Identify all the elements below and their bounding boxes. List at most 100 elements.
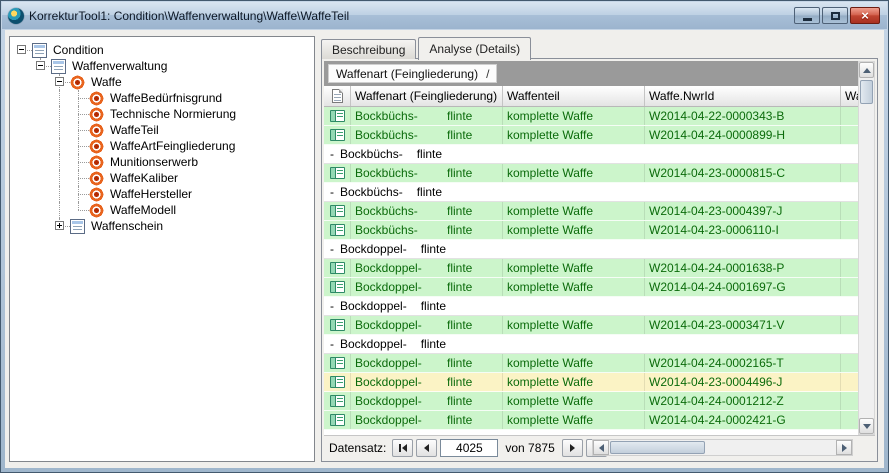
cell-waffenteil: komplette Waffe — [503, 392, 645, 410]
record-icon — [330, 319, 345, 331]
tree-item-waffeartfeingliederung[interactable]: WaffeArtFeingliederung — [12, 138, 312, 154]
grid-row[interactable]: Bockdoppel-flintekomplette WaffeW2014-04… — [324, 392, 858, 411]
record-count-label: von 7875 — [505, 441, 554, 455]
group-by-panel: Waffenart (Feingliederung) / — [324, 61, 858, 86]
row-indicator-cell — [324, 221, 351, 239]
scroll-up-button[interactable] — [859, 62, 874, 78]
group-collapse-icon[interactable]: - — [330, 242, 340, 256]
grid-row[interactable]: Bockdoppel-flintekomplette WaffeW2014-04… — [324, 411, 858, 430]
grid-row[interactable]: Bockbüchs-flintekomplette WaffeW2014-04-… — [324, 202, 858, 221]
maximize-icon — [831, 12, 840, 20]
group-collapse-icon[interactable]: - — [330, 299, 340, 313]
scroll-right-button[interactable] — [836, 440, 852, 455]
form-icon — [32, 43, 47, 58]
group-by-chip[interactable]: Waffenart (Feingliederung) / — [328, 64, 497, 83]
column-header-waffen[interactable]: Waffen — [841, 86, 858, 106]
vertical-scrollbar[interactable] — [858, 61, 875, 435]
tree-item-label: WaffeModell — [108, 203, 178, 217]
cell-waffenart-text: Bockdoppel- — [355, 280, 422, 294]
tab-beschreibung[interactable]: Beschreibung — [321, 39, 416, 59]
horizontal-scrollbar-thumb[interactable] — [610, 441, 705, 454]
collapse-icon[interactable] — [17, 45, 26, 54]
row-indicator-cell — [324, 202, 351, 220]
cell-waffenart: Bockbüchs-flinte — [351, 126, 503, 144]
cell-waffenart-text: Bockbüchs- — [355, 128, 418, 142]
target-icon — [89, 187, 104, 202]
grid-row[interactable]: Bockbüchs-flintekomplette WaffeW2014-04-… — [324, 164, 858, 183]
grid-row[interactable]: Bockbüchs-flintekomplette WaffeW2014-04-… — [324, 107, 858, 126]
grid-row[interactable]: Bockdoppel-flintekomplette WaffeW2014-04… — [324, 354, 858, 373]
close-button[interactable]: × — [850, 7, 880, 24]
cell-extra — [841, 164, 858, 182]
group-by-chip-label: Waffenart (Feingliederung) — [336, 67, 478, 81]
row-indicator-cell — [324, 164, 351, 182]
form-icon — [51, 59, 66, 74]
next-record-button[interactable] — [562, 439, 583, 457]
cell-waffenart-text: Bockdoppel- — [355, 356, 422, 370]
cell-nwrid: W2014-04-24-0002421-G — [645, 411, 841, 429]
tree-item-waffe[interactable]: Waffe — [12, 74, 312, 90]
cell-nwrid: W2014-04-23-0004496-J — [645, 373, 841, 391]
cell-waffenart: Bockbüchs-flinte — [351, 107, 503, 125]
maximize-button[interactable] — [822, 7, 848, 24]
group-collapse-icon[interactable]: - — [330, 147, 340, 161]
tree-item-munitionserwerb[interactable]: Munitionserwerb — [12, 154, 312, 170]
tree-item-waffemodell[interactable]: WaffeModell — [12, 202, 312, 218]
tree-item-label: WaffeKaliber — [108, 171, 180, 185]
record-position-input[interactable] — [440, 439, 498, 457]
collapse-icon[interactable] — [55, 77, 64, 86]
column-header-waffenart-feingliederung[interactable]: Waffenart (Feingliederung) — [351, 86, 503, 106]
row-indicator-cell — [324, 373, 351, 391]
cell-waffenart-text: Bockdoppel- — [355, 394, 422, 408]
group-collapse-icon[interactable]: - — [330, 337, 340, 351]
row-indicator-cell — [324, 126, 351, 144]
titlebar: KorrekturTool1: Condition\Waffenverwaltu… — [2, 2, 887, 29]
tree-item-waffenschein[interactable]: Waffenschein — [12, 218, 312, 234]
tree-item-label: WaffeTeil — [108, 123, 161, 137]
expand-icon[interactable] — [55, 221, 64, 230]
grid-row[interactable]: Bockdoppel-flintekomplette WaffeW2014-04… — [324, 278, 858, 297]
minimize-button[interactable] — [794, 7, 820, 24]
scroll-down-button[interactable] — [859, 418, 874, 434]
grid-row[interactable]: Bockbüchs-flintekomplette WaffeW2014-04-… — [324, 126, 858, 145]
first-record-button[interactable] — [392, 439, 413, 457]
column-header-waffe-nwrid[interactable]: Waffe.NwrId — [645, 86, 841, 106]
cell-waffenart: Bockdoppel-flinte — [351, 373, 503, 391]
tree-item-technische-normierung[interactable]: Technische Normierung — [12, 106, 312, 122]
previous-record-button[interactable] — [416, 439, 437, 457]
group-value-2: flinte — [417, 147, 442, 161]
tree-item-waffeteil[interactable]: WaffeTeil — [12, 122, 312, 138]
cell-waffenteil: komplette Waffe — [503, 126, 645, 144]
tree-item-condition[interactable]: Condition — [12, 42, 312, 58]
group-row[interactable]: -Bockdoppel-flinte — [324, 297, 858, 316]
group-row[interactable]: -Bockbüchs-flinte — [324, 145, 858, 164]
tree-item-waffehersteller[interactable]: WaffeHersteller — [12, 186, 312, 202]
column-header-waffenteil[interactable]: Waffenteil — [503, 86, 645, 106]
scroll-left-button[interactable] — [593, 440, 609, 455]
data-grid: Waffenart (Feingliederung) / Waffenart (… — [324, 61, 875, 459]
grid-row[interactable]: Bockdoppel-flintekomplette WaffeW2014-04… — [324, 373, 858, 392]
tree-item-waffebedürfnisgrund[interactable]: WaffeBedürfnisgrund — [12, 90, 312, 106]
cell-waffenart-text: Bockbüchs- — [355, 109, 418, 123]
group-row[interactable]: -Bockbüchs-flinte — [324, 183, 858, 202]
tree-item-waffekaliber[interactable]: WaffeKaliber — [12, 170, 312, 186]
grid-row[interactable]: Bockdoppel-flintekomplette WaffeW2014-04… — [324, 316, 858, 335]
tab-analyse-details[interactable]: Analyse (Details) — [418, 37, 531, 60]
grid-row[interactable]: Bockbüchs-flintekomplette WaffeW2014-04-… — [324, 221, 858, 240]
group-row[interactable]: -Bockdoppel-flinte — [324, 335, 858, 354]
cell-extra — [841, 107, 858, 125]
arrow-right-icon — [842, 444, 851, 452]
group-collapse-icon[interactable]: - — [330, 185, 340, 199]
cell-waffenteil: komplette Waffe — [503, 164, 645, 182]
group-row[interactable]: -Bockdoppel-flinte — [324, 240, 858, 259]
horizontal-scrollbar[interactable] — [592, 439, 853, 456]
arrow-down-icon — [863, 424, 871, 433]
tree-item-waffenverwaltung[interactable]: Waffenverwaltung — [12, 58, 312, 74]
collapse-icon[interactable] — [36, 61, 45, 70]
app-icon — [8, 8, 24, 24]
vertical-scrollbar-thumb[interactable] — [860, 80, 873, 104]
cell-extra — [841, 278, 858, 296]
prev-arrow-icon — [402, 444, 407, 452]
grid-row[interactable]: Bockdoppel-flintekomplette WaffeW2014-04… — [324, 259, 858, 278]
tab-page-analyse: Waffenart (Feingliederung) / Waffenart (… — [321, 58, 878, 462]
